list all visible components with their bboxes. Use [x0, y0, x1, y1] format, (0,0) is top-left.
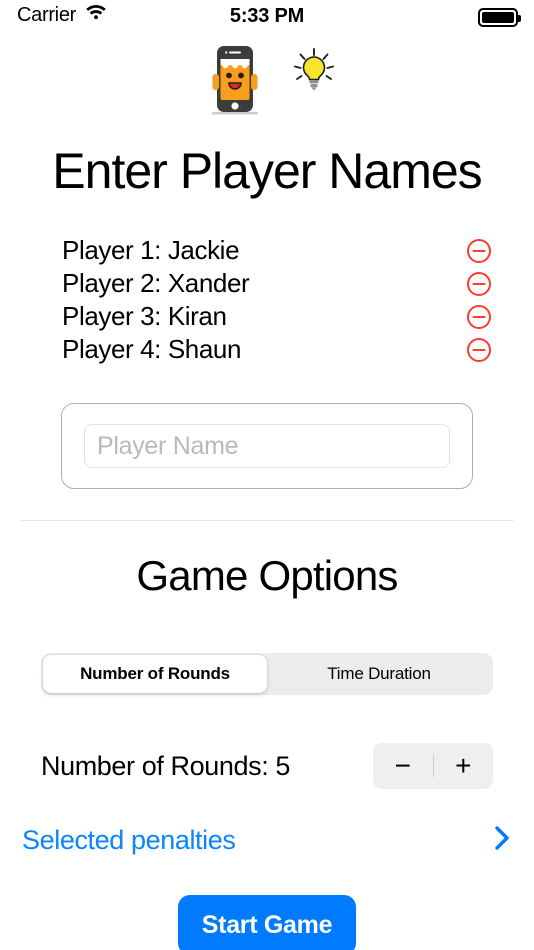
remove-player-button[interactable] [466, 238, 492, 264]
game-mode-segmented-control[interactable]: Number of Rounds Time Duration [41, 653, 493, 695]
app-logo [0, 44, 534, 116]
rounds-row: Number of Rounds: 5 − + [41, 742, 493, 790]
player-name-label: Player 2: Xander [62, 268, 250, 298]
remove-player-button[interactable] [466, 271, 492, 297]
minus-circle-icon [467, 271, 491, 296]
battery-icon [478, 8, 521, 27]
battery-nub [518, 15, 521, 22]
player-name-label: Player 4: Shaun [62, 334, 242, 364]
player-name-input[interactable] [84, 424, 450, 468]
clock-label: 5:33 PM [229, 5, 305, 27]
section-divider [20, 520, 514, 521]
player-row: Player 3: Kiran [62, 300, 492, 333]
increment-rounds-button[interactable]: + [434, 743, 494, 789]
lightbulb-icon [294, 48, 334, 91]
remove-player-button[interactable] [466, 337, 492, 363]
rounds-label: Number of Rounds: 5 [41, 750, 291, 781]
status-bar-right [478, 8, 521, 27]
rounds-stepper[interactable]: − + [373, 743, 493, 789]
player-list: Player 1: Jackie Player 2: Xander Player… [62, 234, 492, 366]
player-row: Player 1: Jackie [62, 234, 492, 267]
page-title: Enter Player Names [52, 143, 482, 199]
minus-circle-icon [467, 337, 491, 362]
section-title-game-options: Game Options [136, 552, 398, 599]
remove-player-button[interactable] [466, 304, 492, 330]
battery-fill [482, 12, 514, 23]
tab-number-of-rounds[interactable]: Number of Rounds [43, 655, 267, 693]
decrement-rounds-button[interactable]: − [373, 743, 433, 789]
status-bar: Carrier 5:33 PM [0, 0, 534, 36]
player-row: Player 2: Xander [62, 267, 492, 300]
minus-circle-icon [467, 238, 491, 263]
chevron-right-icon [492, 822, 512, 859]
add-player-container [61, 403, 473, 489]
player-row: Player 4: Shaun [62, 333, 492, 366]
selected-penalties-row[interactable]: Selected penalties [22, 820, 512, 860]
start-game-button[interactable]: Start Game [178, 895, 356, 950]
player-name-label: Player 3: Kiran [62, 301, 227, 331]
player-name-label: Player 1: Jackie [62, 235, 240, 265]
tab-time-duration[interactable]: Time Duration [267, 655, 491, 693]
minus-circle-icon [467, 304, 491, 329]
app-screen: Carrier 5:33 PM Enter Player Names Playe… [0, 0, 534, 950]
selected-penalties-label: Selected penalties [22, 824, 236, 855]
phone-character-icon [212, 46, 258, 115]
